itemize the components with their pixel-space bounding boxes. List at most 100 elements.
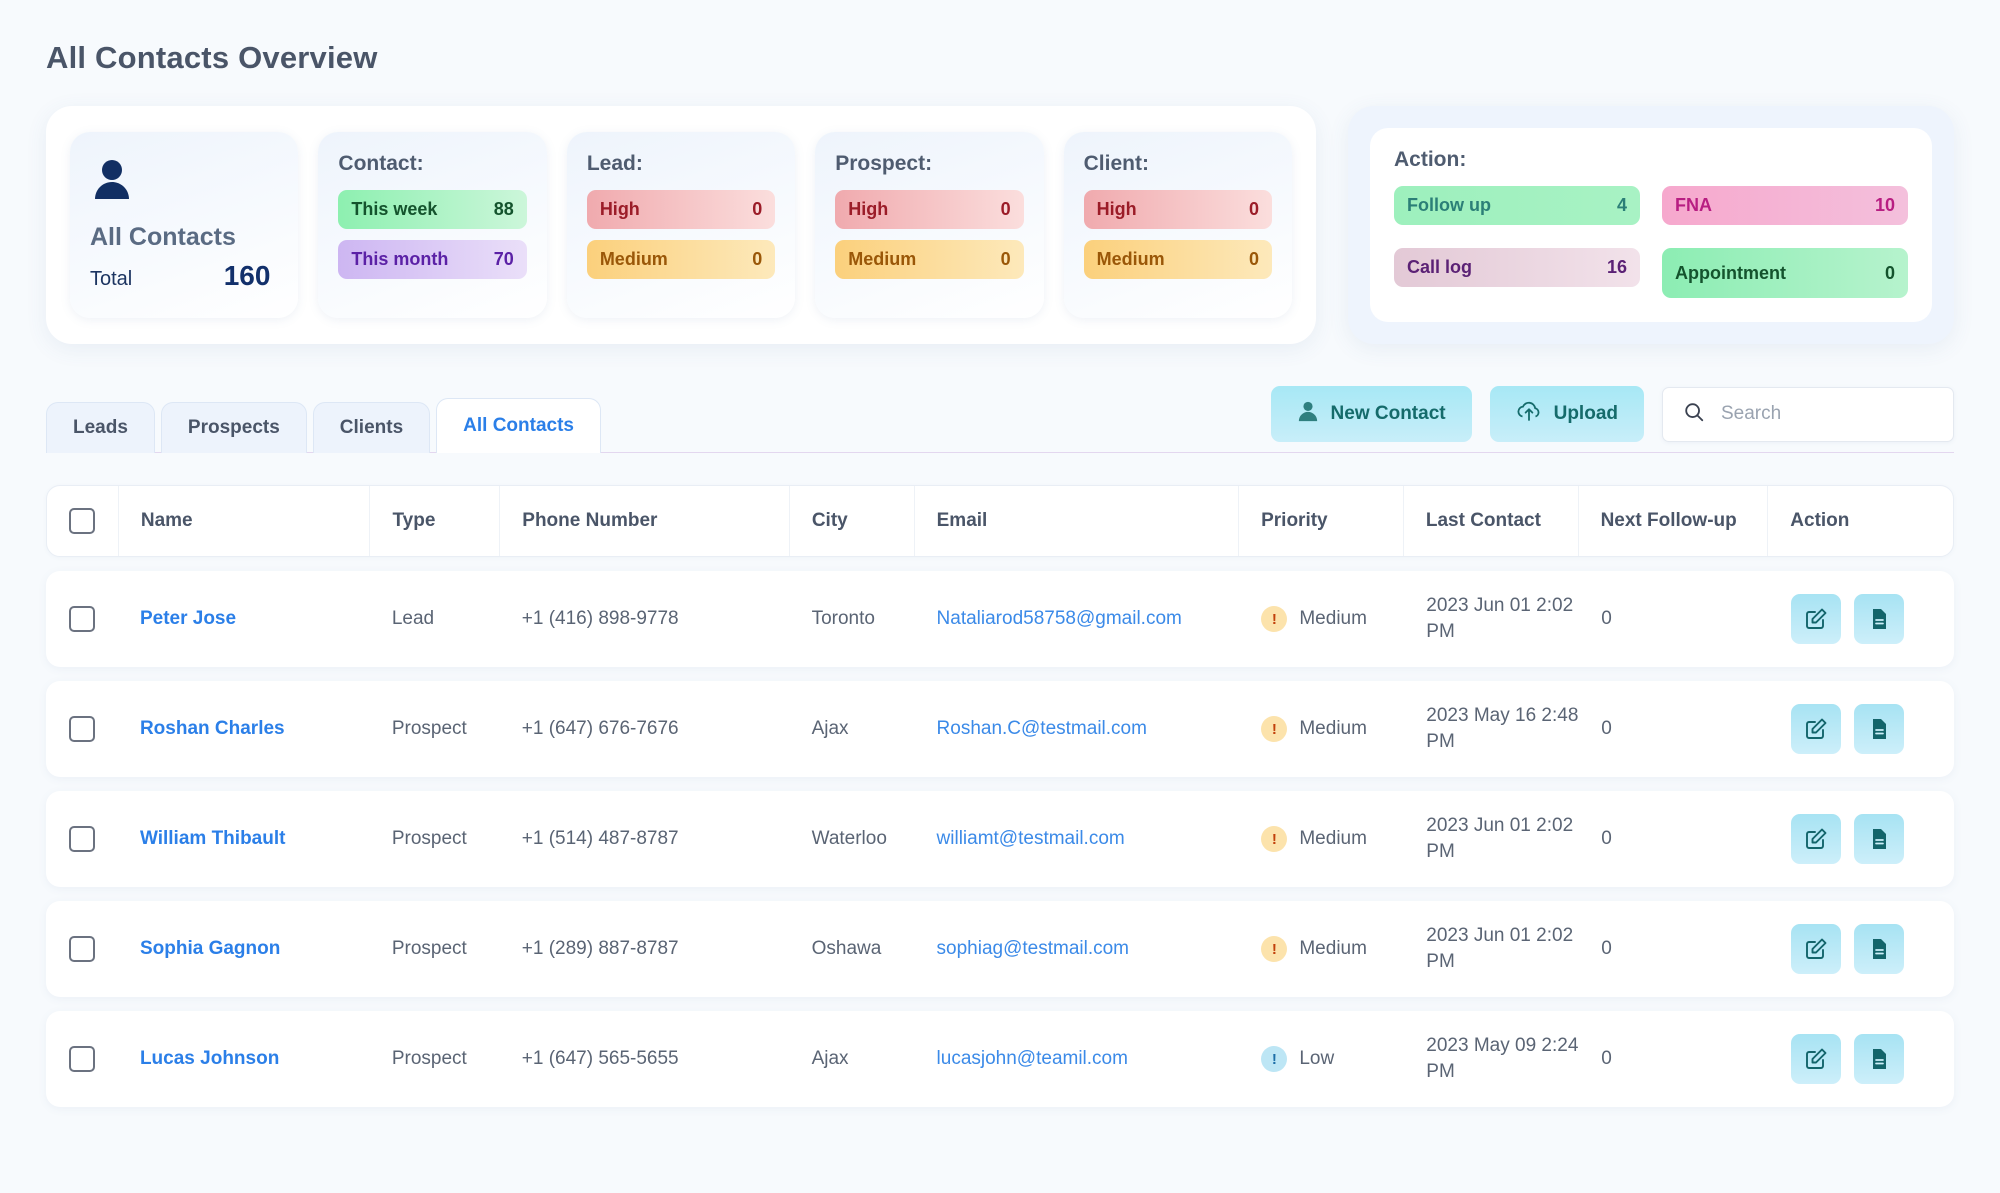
action-pill-label: Follow up: [1407, 195, 1491, 215]
contact-email-link[interactable]: sophiag@testmail.com: [937, 938, 1129, 960]
row-checkbox-cell: [46, 681, 118, 777]
stat-pill-value: 88: [493, 199, 514, 219]
stat-pill-label: This week: [351, 199, 438, 219]
search-box[interactable]: [1662, 386, 1954, 442]
table-header-row: Name Type Phone Number City Email Priori…: [46, 485, 1954, 557]
priority-alert-icon: !: [1261, 606, 1288, 632]
edit-button[interactable]: [1791, 1034, 1842, 1084]
last-contact-date: 2023 May 16 2:48 PM: [1426, 705, 1579, 752]
stat-pill-value: 0: [1000, 249, 1011, 269]
tab-bar: Leads Prospects Clients All Contacts New…: [46, 386, 1954, 453]
select-all-checkbox[interactable]: [69, 508, 96, 534]
contact-phone: +1 (647) 676-7676: [521, 718, 679, 739]
stat-pill-label: Medium: [1096, 249, 1165, 269]
column-header-type[interactable]: Type: [370, 486, 501, 556]
note-button[interactable]: [1854, 594, 1905, 644]
toolbar: New Contact Upload: [1270, 386, 1954, 452]
stat-pill-value: 70: [493, 249, 514, 269]
action-pill-fna[interactable]: FNA 10: [1662, 186, 1908, 225]
contact-name-link[interactable]: Lucas Johnson: [140, 1048, 279, 1070]
table-row[interactable]: Peter Jose Lead +1 (416) 898-9778 Toront…: [46, 571, 1954, 667]
stat-pill-label: High: [599, 199, 640, 219]
contact-email-link[interactable]: Nataliarod58758@gmail.com: [937, 608, 1182, 630]
edit-button[interactable]: [1791, 924, 1842, 974]
tab-all-contacts[interactable]: All Contacts: [436, 398, 602, 453]
row-checkbox[interactable]: [68, 606, 95, 632]
action-pill-follow-up[interactable]: Follow up 4: [1394, 186, 1640, 225]
new-contact-button[interactable]: New Contact: [1270, 386, 1472, 442]
stat-card-prospect: Prospect: High 0 Medium 0: [815, 132, 1044, 318]
action-card-heading: Action:: [1394, 148, 1467, 171]
table-row[interactable]: Lucas Johnson Prospect +1 (647) 565-5655…: [46, 1011, 1954, 1107]
total-label: Total: [90, 268, 133, 290]
upload-label: Upload: [1553, 403, 1618, 424]
next-followup-value: 0: [1601, 718, 1612, 739]
contact-name-link[interactable]: William Thibault: [140, 828, 286, 850]
action-pill-value: 4: [1616, 195, 1627, 215]
tab-leads[interactable]: Leads: [46, 402, 155, 453]
contact-name-link[interactable]: Peter Jose: [140, 608, 236, 630]
stat-card-contact-heading: Contact:: [338, 152, 424, 175]
priority-badge: ! Medium: [1261, 936, 1367, 962]
contacts-table: Name Type Phone Number City Email Priori…: [46, 485, 1954, 1107]
stat-pill-label: Medium: [848, 249, 917, 269]
stat-pill-prospect-high: High 0: [835, 190, 1024, 229]
upload-button[interactable]: Upload: [1489, 386, 1644, 442]
row-actions: [1791, 1034, 1905, 1084]
row-checkbox-cell: [46, 571, 118, 667]
row-checkbox[interactable]: [68, 826, 95, 852]
cloud-upload-icon: [1516, 400, 1542, 428]
total-line: Total 160: [90, 260, 278, 292]
priority-label: Medium: [1299, 938, 1367, 959]
row-checkbox[interactable]: [68, 1046, 95, 1072]
column-header-priority[interactable]: Priority: [1239, 486, 1404, 556]
table-row[interactable]: William Thibault Prospect +1 (514) 487-8…: [46, 791, 1954, 887]
stat-pill-value: 0: [1000, 199, 1011, 219]
note-button[interactable]: [1854, 924, 1905, 974]
column-header-phone[interactable]: Phone Number: [500, 486, 790, 556]
contact-city: Waterloo: [811, 828, 887, 849]
contact-type: Prospect: [391, 718, 467, 739]
column-header-email[interactable]: Email: [915, 486, 1240, 556]
note-button[interactable]: [1854, 704, 1905, 754]
priority-badge: ! Medium: [1261, 826, 1367, 852]
tab-prospects[interactable]: Prospects: [160, 402, 307, 453]
stat-card-contact: Contact: This week 88 This month 70: [318, 132, 547, 318]
contact-email-link[interactable]: williamt@testmail.com: [937, 828, 1125, 850]
stat-pill-value: 0: [752, 199, 763, 219]
table-row[interactable]: Sophia Gagnon Prospect +1 (289) 887-8787…: [46, 901, 1954, 997]
column-header-city[interactable]: City: [790, 486, 915, 556]
column-header-name[interactable]: Name: [119, 486, 371, 556]
edit-button[interactable]: [1791, 704, 1842, 754]
total-value: 160: [223, 260, 271, 291]
row-checkbox[interactable]: [68, 936, 95, 962]
contact-email-link[interactable]: lucasjohn@teamil.com: [937, 1048, 1128, 1070]
action-pill-call-log[interactable]: Call log 16: [1394, 248, 1640, 287]
column-header-last-contact[interactable]: Last Contact: [1404, 486, 1579, 556]
search-input[interactable]: [1721, 403, 1933, 425]
stat-pill-this-week: This week 88: [338, 190, 527, 229]
row-checkbox[interactable]: [68, 716, 95, 742]
note-button[interactable]: [1854, 814, 1905, 864]
stat-pill-label: High: [848, 199, 889, 219]
last-contact-date: 2023 Jun 01 2:02 PM: [1426, 595, 1574, 642]
action-pill-appointment[interactable]: Appointment 0: [1662, 248, 1908, 298]
column-header-next-followup[interactable]: Next Follow-up: [1579, 486, 1769, 556]
contact-email-link[interactable]: Roshan.C@testmail.com: [937, 718, 1147, 740]
stat-pill-label: High: [1096, 199, 1137, 219]
contact-phone: +1 (514) 487-8787: [521, 828, 679, 849]
action-pill-label: FNA: [1675, 195, 1712, 215]
last-contact-date: 2023 Jun 01 2:02 PM: [1426, 925, 1574, 972]
note-button[interactable]: [1854, 1034, 1905, 1084]
tab-clients[interactable]: Clients: [312, 402, 431, 453]
stat-pill-client-medium: Medium 0: [1083, 240, 1273, 279]
contact-name-link[interactable]: Sophia Gagnon: [140, 938, 280, 960]
contact-city: Toronto: [811, 608, 875, 629]
priority-label: Medium: [1299, 608, 1367, 629]
edit-button[interactable]: [1791, 594, 1842, 644]
edit-button[interactable]: [1791, 814, 1842, 864]
contact-name-link[interactable]: Roshan Charles: [140, 718, 285, 740]
table-row[interactable]: Roshan Charles Prospect +1 (647) 676-767…: [46, 681, 1954, 777]
stat-card-prospect-heading: Prospect:: [835, 152, 933, 175]
row-actions: [1791, 704, 1905, 754]
